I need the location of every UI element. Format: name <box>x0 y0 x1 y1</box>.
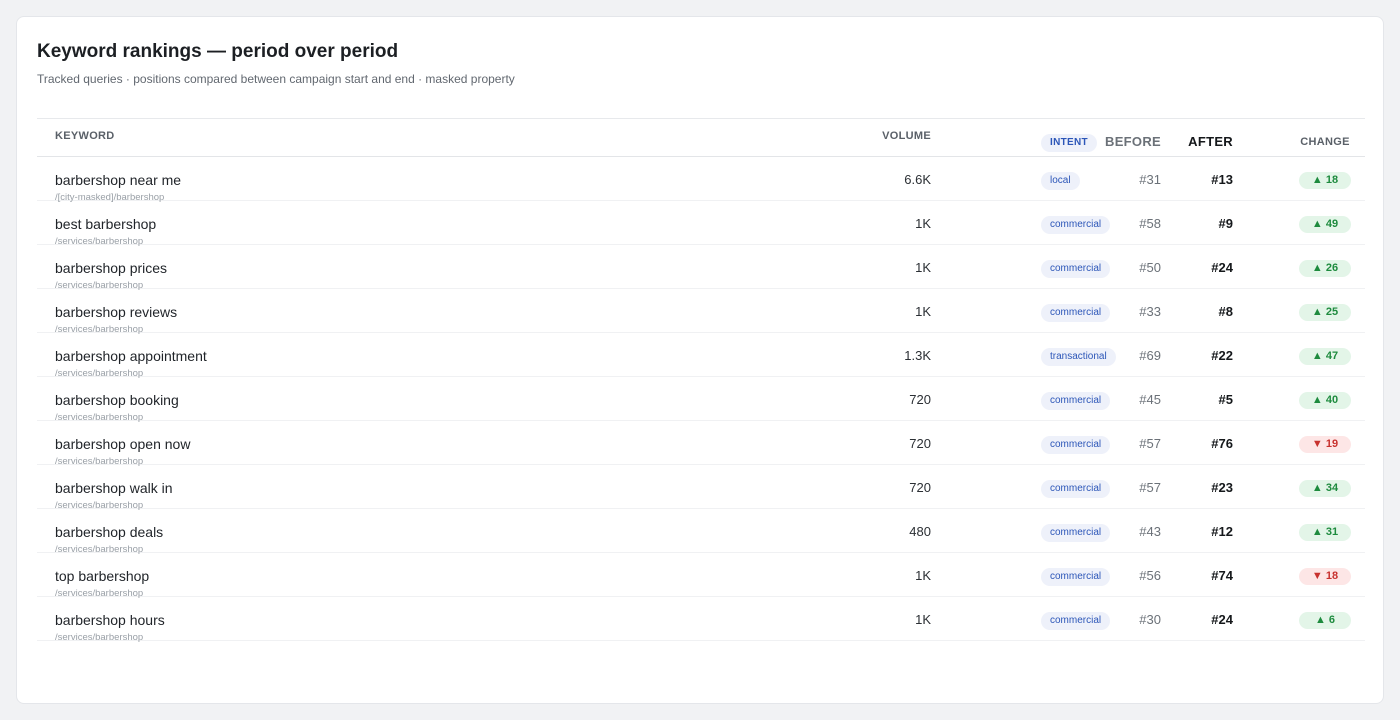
change-badge: ▲ 31 <box>1299 524 1351 541</box>
position-after: #24 <box>1211 260 1233 275</box>
search-volume: 720 <box>909 480 931 495</box>
position-after: #12 <box>1211 524 1233 539</box>
table-body: barbershop near me/[city-masked]/barbers… <box>37 157 1365 643</box>
keyword-text: barbershop deals <box>55 524 164 540</box>
change-badge: ▼ 18 <box>1299 568 1351 585</box>
change-badge: ▲ 6 <box>1299 612 1351 629</box>
position-before: #31 <box>1139 172 1161 187</box>
rankings-table: KEYWORD VOLUME INTENT BEFORE AFTER CHANG… <box>37 118 1365 643</box>
table-row[interactable]: barbershop near me/[city-masked]/barbers… <box>37 157 1365 203</box>
search-volume: 720 <box>909 392 931 407</box>
change-badge: ▲ 49 <box>1299 216 1351 233</box>
position-before: #56 <box>1139 568 1161 583</box>
change-badge: ▲ 25 <box>1299 304 1351 321</box>
intent-badge: commercial <box>1041 392 1111 410</box>
position-before: #57 <box>1139 480 1161 495</box>
search-volume: 1K <box>915 260 931 275</box>
position-after: #8 <box>1218 304 1233 319</box>
position-after: #22 <box>1211 348 1233 363</box>
search-volume: 720 <box>909 436 931 451</box>
position-after: #9 <box>1218 216 1233 231</box>
position-before: #33 <box>1139 304 1161 319</box>
position-after: #23 <box>1211 480 1233 495</box>
table-row[interactable]: barbershop prices/services/barbershop 1K c… <box>37 245 1365 291</box>
landing-path: /services/barbershop <box>55 632 144 643</box>
position-before: #50 <box>1139 260 1161 275</box>
position-after: #24 <box>1211 612 1233 627</box>
intent-badge: commercial <box>1041 568 1111 586</box>
position-before: #43 <box>1139 524 1161 539</box>
table-row[interactable]: barbershop appointment/services/barbersh… <box>37 333 1365 379</box>
position-before: #58 <box>1139 216 1161 231</box>
position-before: #45 <box>1139 392 1161 407</box>
change-badge: ▲ 26 <box>1299 260 1351 277</box>
page-subtitle: Tracked queries · positions compared bet… <box>37 72 515 86</box>
intent-badge: transactional <box>1041 348 1116 366</box>
table-row[interactable]: top barbershop/services/barbershop 1K comm… <box>37 553 1365 599</box>
rankings-card: Keyword rankings — period over period Tr… <box>16 16 1384 704</box>
table-row[interactable]: barbershop open now/services/barbershop 7… <box>37 421 1365 467</box>
intent-badge: commercial <box>1041 436 1111 454</box>
intent-badge: commercial <box>1041 304 1111 322</box>
keyword-text: barbershop walk in <box>55 480 173 496</box>
table-row[interactable]: barbershop deals/services/barbershop 480 c… <box>37 509 1365 555</box>
table-header: KEYWORD VOLUME INTENT BEFORE AFTER CHANG… <box>37 119 1365 157</box>
intent-badge: commercial <box>1041 524 1111 542</box>
search-volume: 1K <box>915 216 931 231</box>
keyword-text: barbershop hours <box>55 612 165 628</box>
keyword-text: barbershop open now <box>55 436 191 452</box>
position-before: #69 <box>1139 348 1161 363</box>
intent-badge: commercial <box>1041 480 1111 498</box>
position-before: #57 <box>1139 436 1161 451</box>
table-row[interactable]: barbershop booking/services/barbershop 72… <box>37 377 1365 423</box>
position-after: #13 <box>1211 172 1233 187</box>
change-badge: ▼ 19 <box>1299 436 1351 453</box>
change-badge: ▲ 40 <box>1299 392 1351 409</box>
change-badge: ▲ 47 <box>1299 348 1351 365</box>
search-volume: 480 <box>909 524 931 539</box>
change-badge: ▲ 34 <box>1299 480 1351 497</box>
keyword-text: barbershop reviews <box>55 304 178 320</box>
keyword-text: barbershop prices <box>55 260 168 276</box>
table-row[interactable]: best barbershop/services/barbershop 1K com… <box>37 201 1365 247</box>
table-row[interactable]: barbershop hours/services/barbershop 1K co… <box>37 597 1365 643</box>
table-row[interactable]: barbershop reviews/services/barbershop 1K… <box>37 289 1365 335</box>
change-badge: ▲ 18 <box>1299 172 1351 189</box>
search-volume: 6.6K <box>904 172 931 187</box>
search-volume: 1K <box>915 612 931 627</box>
keyword-text: barbershop appointment <box>55 348 207 364</box>
position-after: #74 <box>1211 568 1233 583</box>
intent-badge: commercial <box>1041 612 1111 630</box>
position-after: #76 <box>1211 436 1233 451</box>
position-after: #5 <box>1218 392 1233 407</box>
column-header-volume[interactable]: VOLUME <box>882 130 931 142</box>
table-row[interactable]: barbershop walk in/services/barbershop 72… <box>37 465 1365 511</box>
keyword-text: barbershop near me <box>55 172 182 188</box>
column-header-change[interactable]: CHANGE <box>1299 134 1351 151</box>
keyword-text: top barbershop <box>55 568 150 584</box>
page-title: Keyword rankings — period over period <box>37 41 399 62</box>
keyword-text: barbershop booking <box>55 392 179 408</box>
intent-badge: commercial <box>1041 216 1111 234</box>
search-volume: 1.3K <box>904 348 931 363</box>
search-volume: 1K <box>915 304 931 319</box>
search-volume: 1K <box>915 568 931 583</box>
column-header-keyword[interactable]: KEYWORD <box>55 130 115 142</box>
column-header-after[interactable]: AFTER <box>1188 134 1233 149</box>
position-before: #30 <box>1139 612 1161 627</box>
column-header-before[interactable]: BEFORE <box>1105 134 1161 149</box>
column-header-intent[interactable]: INTENT <box>1041 134 1097 152</box>
keyword-text: best barbershop <box>55 216 157 232</box>
intent-badge: local <box>1041 172 1080 190</box>
intent-badge: commercial <box>1041 260 1111 278</box>
